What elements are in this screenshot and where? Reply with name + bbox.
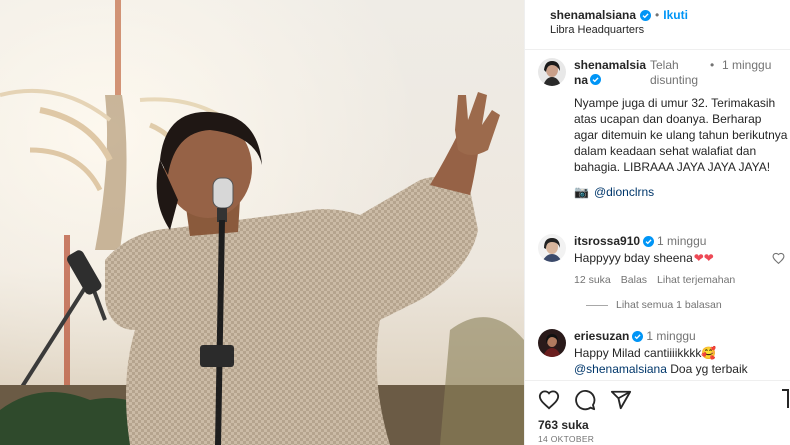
verified-icon — [590, 74, 602, 85]
follow-button[interactable]: Ikuti — [663, 8, 688, 22]
photo-credit: 📷 @dionclrns — [574, 185, 654, 199]
post-header-line: shenamalsiana • Ikuti — [550, 8, 688, 22]
view-replies-button[interactable]: Lihat semua 1 balasan — [586, 299, 722, 311]
post-photo[interactable] — [0, 0, 524, 445]
heart-icon[interactable] — [538, 389, 560, 411]
comment-likes[interactable]: 12 suka — [574, 274, 611, 286]
separator-dot: • — [655, 8, 660, 22]
bookmark-icon[interactable] — [781, 389, 789, 409]
post-location[interactable]: Libra Headquarters — [550, 24, 644, 36]
comment-header: eriesuzan 1 minggu — [574, 329, 696, 343]
heart-icon[interactable] — [772, 252, 785, 265]
credit-link[interactable]: @dionclrns — [594, 185, 654, 199]
comment-time[interactable]: 1 minggu — [646, 329, 695, 343]
avatar[interactable] — [538, 234, 566, 262]
singer-photo-illustration — [0, 0, 524, 445]
translate-button[interactable]: Lihat terjemahan — [657, 274, 735, 286]
comment-text: Happyyy bday sheena❤❤ — [574, 251, 714, 265]
smile-emoji: 🥰 — [701, 346, 717, 360]
caption-text: Nyampe juga di umur 32. Terimakasih atas… — [574, 96, 788, 174]
separator-dot: • — [710, 58, 715, 72]
verified-icon — [632, 330, 644, 342]
view-replies-label: Lihat semua 1 balasan — [616, 299, 722, 311]
comment-username[interactable]: eriesuzan — [574, 329, 629, 343]
likes-count[interactable]: 763 suka — [538, 418, 589, 432]
caption-time[interactable]: 1 minggu — [722, 58, 782, 73]
verified-icon — [643, 235, 655, 247]
divider — [586, 304, 608, 306]
action-icons — [538, 389, 632, 411]
comment-header: itsrossa910 1 minggu — [574, 234, 706, 248]
caption-username[interactable]: shenamalsiana — [574, 58, 649, 88]
edited-label: Telah disunting — [650, 58, 699, 87]
avatar[interactable] — [538, 58, 566, 86]
camera-icon: 📷 — [574, 185, 589, 199]
post-date[interactable]: 14 OKTOBER — [538, 434, 594, 444]
comments-scroll-area[interactable]: shenamalsiana Telah disunting • 1 minggu… — [525, 51, 790, 379]
mention-link[interactable]: @shenamalsiana — [574, 362, 667, 376]
post-side-panel: shenamalsiana • Ikuti Libra Headquarters… — [524, 0, 790, 445]
comment-username[interactable]: itsrossa910 — [574, 234, 640, 248]
instagram-post: shenamalsiana • Ikuti Libra Headquarters… — [0, 0, 790, 445]
post-actions: 763 suka 14 OKTOBER — [525, 380, 790, 445]
share-icon[interactable] — [610, 389, 632, 411]
post-header: shenamalsiana • Ikuti Libra Headquarters — [525, 0, 790, 50]
heart-emoji: ❤❤ — [693, 251, 714, 265]
reply-button[interactable]: Balas — [621, 274, 647, 286]
avatar[interactable] — [538, 329, 566, 357]
comment-time[interactable]: 1 minggu — [657, 234, 706, 248]
comment-icon[interactable] — [574, 389, 596, 411]
verified-icon — [640, 9, 652, 21]
comment-actions: 12 suka Balas Lihat terjemahan — [574, 274, 735, 286]
post-author-username[interactable]: shenamalsiana — [550, 8, 636, 22]
comment-text: Happy Milad cantiiiikkkk🥰 @shenamalsiana… — [574, 346, 748, 376]
